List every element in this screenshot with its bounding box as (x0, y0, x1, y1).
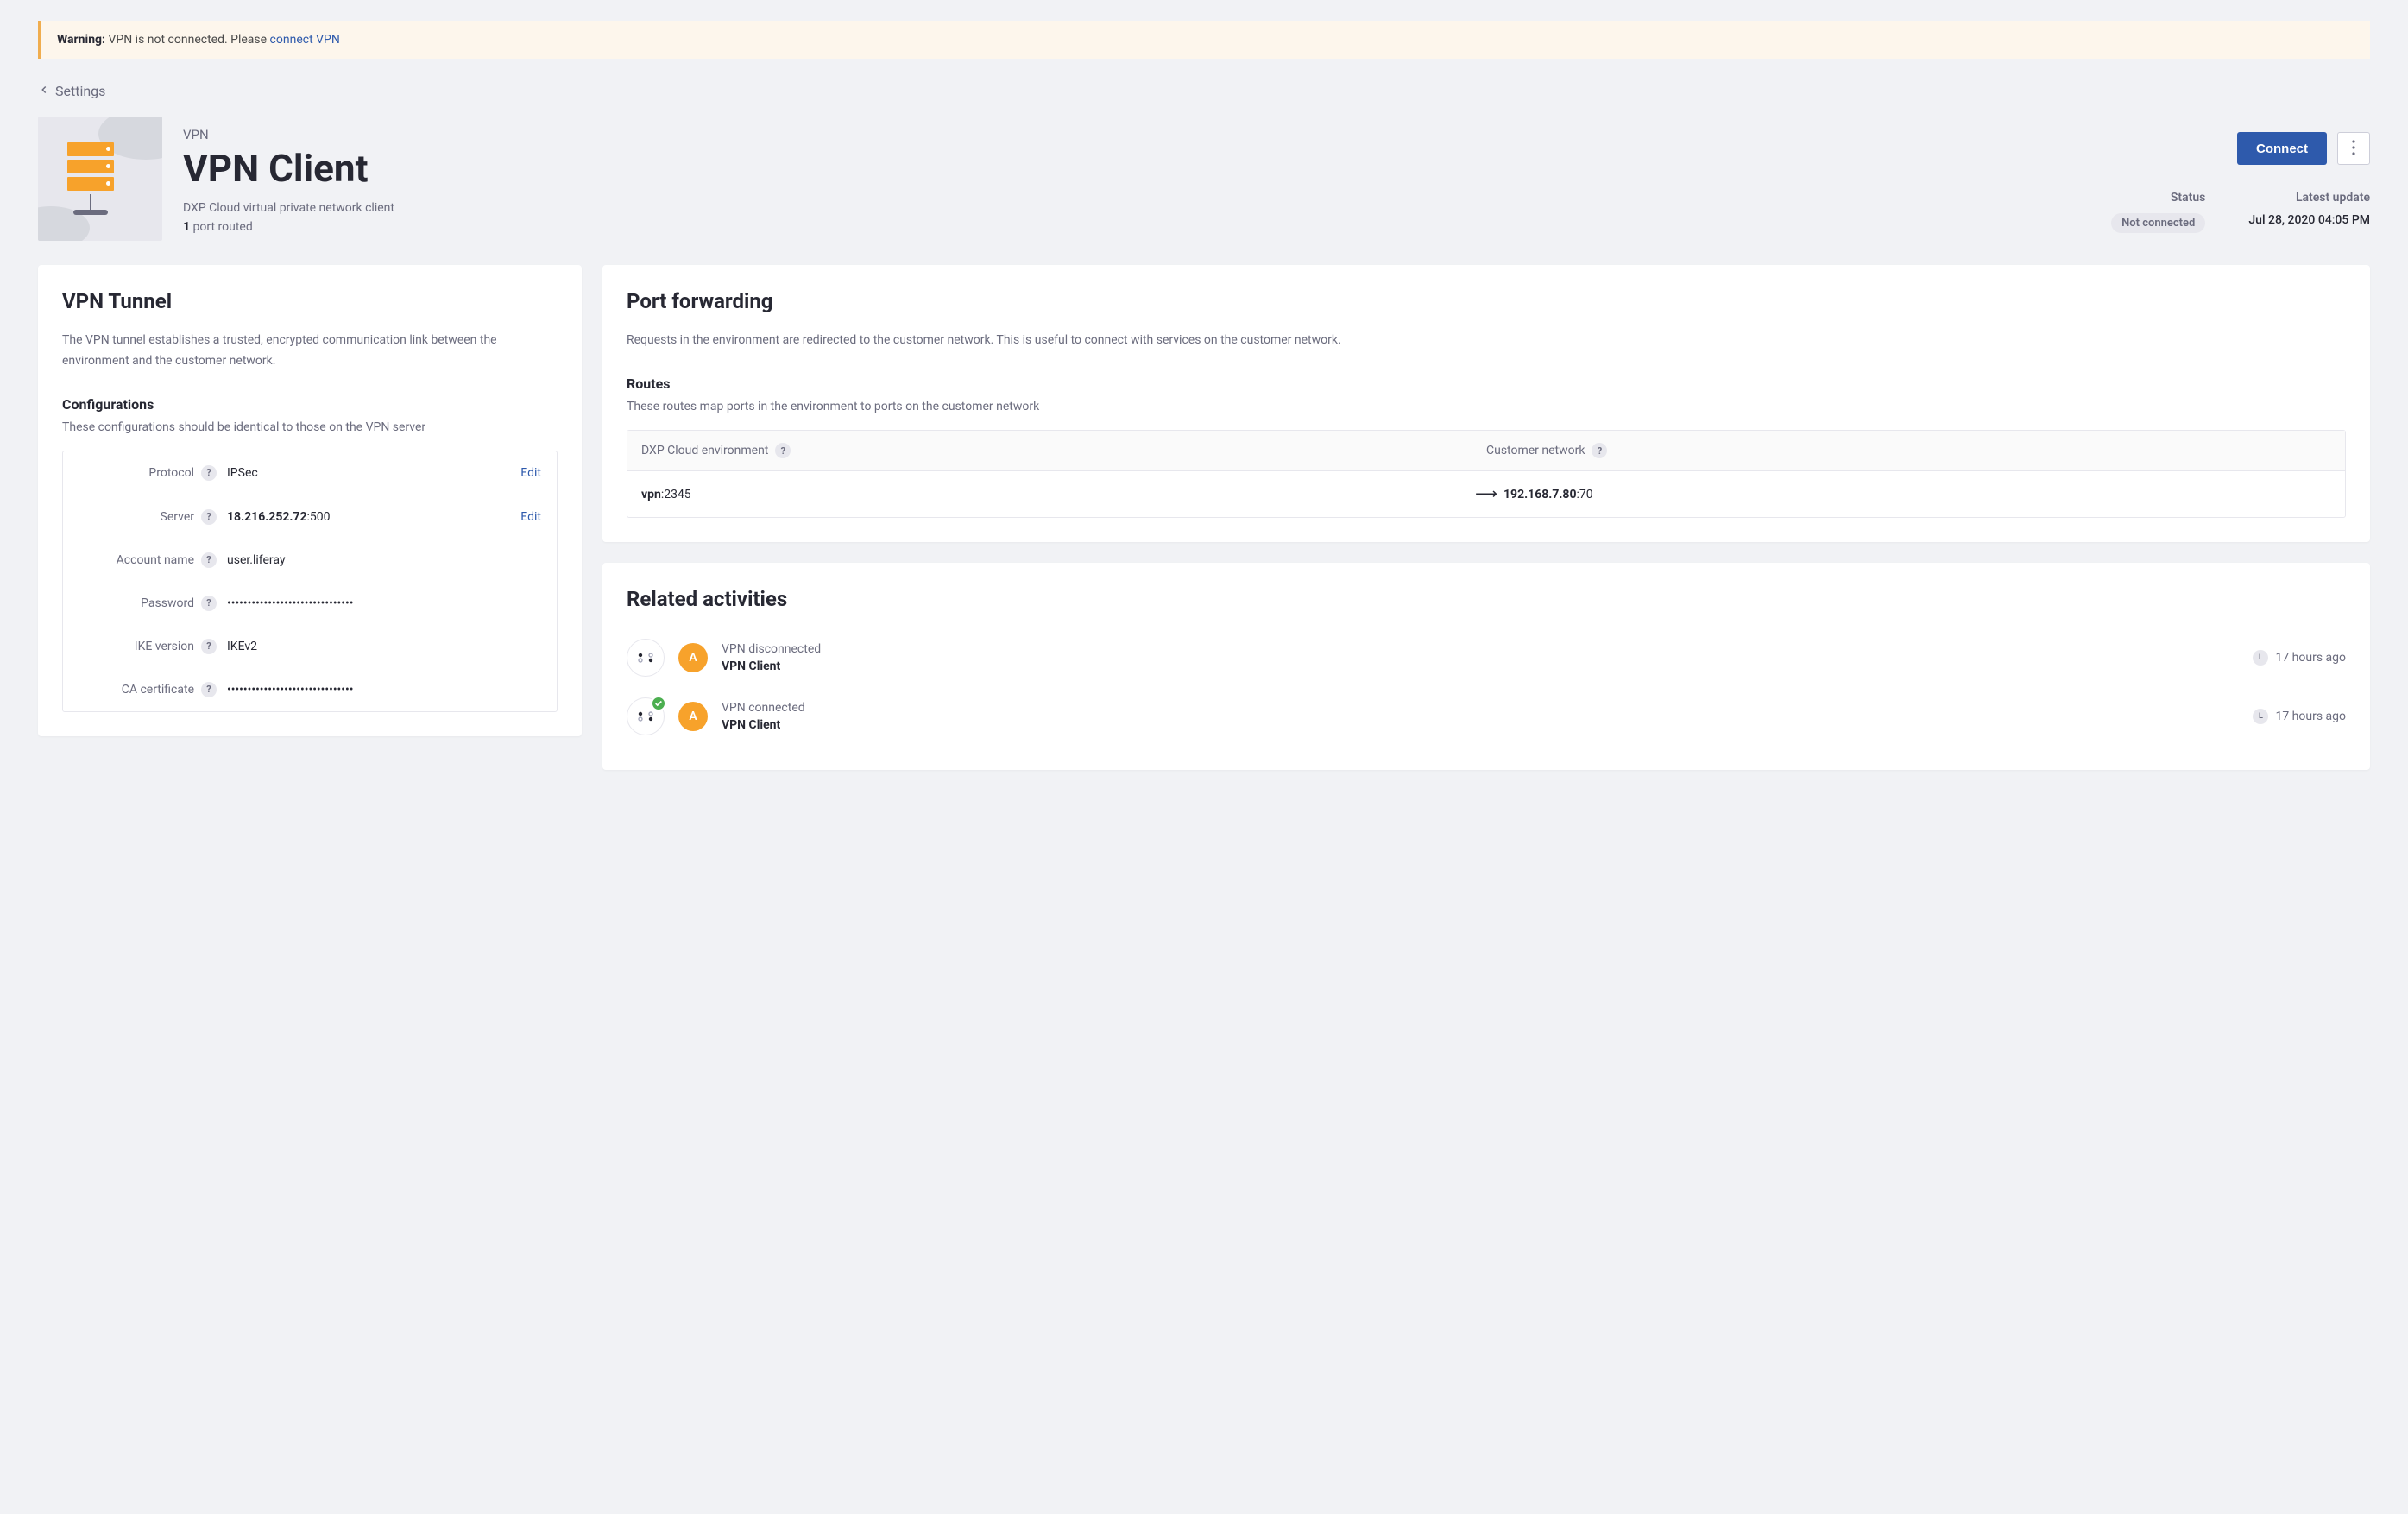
arrow-right-icon: ⟶ (1469, 485, 1503, 503)
port-forwarding-description: Requests in the environment are redirect… (627, 331, 2346, 351)
activity-time: 17 hours ago (2275, 710, 2346, 723)
breadcrumb-label: Settings (55, 83, 105, 99)
activity-subtitle: VPN Client (722, 659, 2239, 673)
edit-protocol-link[interactable]: Edit (520, 466, 541, 480)
ca-value: ••••••••••••••••••••••••••••••• (227, 683, 541, 697)
port-count: 1 (183, 220, 190, 234)
route-cust: 192.168.7.80:70 (1503, 488, 2331, 502)
route-row: vpn:2345 ⟶ 192.168.7.80:70 (627, 471, 2345, 517)
port-text: port routed (190, 220, 253, 234)
warning-alert: Warning: VPN is not connected. Please co… (38, 21, 2370, 59)
status-label: Status (2111, 191, 2205, 205)
help-icon[interactable]: ? (1592, 443, 1607, 458)
chevron-left-icon (38, 83, 50, 99)
page-eyebrow: VPN (183, 127, 2073, 142)
avatar: A (678, 643, 708, 672)
latest-update-value: Jul 28, 2020 04:05 PM (2248, 213, 2370, 227)
col-cust-label: Customer network (1486, 444, 1585, 457)
activity-title: VPN connected (722, 701, 2239, 715)
ike-label: IKE version (135, 640, 194, 653)
help-icon[interactable]: ? (775, 443, 791, 458)
breadcrumb[interactable]: Settings (38, 83, 2370, 99)
account-label: Account name (117, 553, 194, 567)
clock-icon: L (2253, 650, 2268, 666)
help-icon[interactable]: ? (201, 596, 217, 611)
help-icon[interactable]: ? (201, 682, 217, 697)
config-row-password: Password ? •••••••••••••••••••••••••••••… (63, 582, 557, 625)
ca-label: CA certificate (122, 683, 194, 697)
alert-text: VPN is not connected. Please (105, 33, 270, 47)
page-subtitle: DXP Cloud virtual private network client (183, 201, 2073, 215)
account-value: user.liferay (227, 553, 541, 567)
activity-time: 17 hours ago (2275, 651, 2346, 665)
related-activities-card: Related activities A VPN disconnected VP… (602, 563, 2370, 770)
latest-update-label: Latest update (2248, 191, 2370, 205)
server-value: 18.216.252.72:500 (227, 510, 510, 524)
more-actions-button[interactable] (2337, 132, 2370, 165)
activity-item: A VPN connected VPN Client L 17 hours ag… (627, 687, 2346, 746)
config-row-ike: IKE version ? IKEv2 (63, 625, 557, 668)
password-value: ••••••••••••••••••••••••••••••• (227, 596, 541, 610)
routes-heading: Routes (627, 375, 2346, 392)
config-row-ca: CA certificate ? •••••••••••••••••••••••… (63, 668, 557, 711)
activity-title: VPN disconnected (722, 642, 2239, 656)
connect-vpn-link[interactable]: connect VPN (270, 33, 340, 47)
help-icon[interactable]: ? (201, 465, 217, 481)
port-forwarding-heading: Port forwarding (627, 289, 2346, 313)
password-label: Password (141, 596, 194, 610)
check-badge-icon (651, 696, 666, 711)
help-icon[interactable]: ? (201, 509, 217, 525)
configurations-description: These configurations should be identical… (62, 418, 558, 437)
vpn-tunnel-heading: VPN Tunnel (62, 289, 558, 313)
clock-icon: L (2253, 709, 2268, 724)
configurations-heading: Configurations (62, 396, 558, 413)
ike-value: IKEv2 (227, 640, 541, 653)
page-header: VPN VPN Client DXP Cloud virtual private… (38, 117, 2370, 241)
activity-item: A VPN disconnected VPN Client L 17 hours… (627, 628, 2346, 687)
protocol-label: Protocol (148, 466, 194, 480)
page-title: VPN Client (183, 146, 2073, 191)
vpn-tunnel-card: VPN Tunnel The VPN tunnel establishes a … (38, 265, 582, 736)
port-forwarding-card: Port forwarding Requests in the environm… (602, 265, 2370, 542)
route-env: vpn:2345 (641, 488, 1469, 502)
vpn-illustration (38, 117, 162, 241)
config-row-server: Server ? 18.216.252.72:500 Edit (63, 495, 557, 539)
port-routed-line: 1 port routed (183, 220, 2073, 234)
protocol-value: IPSec (227, 466, 510, 480)
vpn-node-icon (627, 639, 665, 677)
activity-subtitle: VPN Client (722, 718, 2239, 732)
help-icon[interactable]: ? (201, 639, 217, 654)
status-badge: Not connected (2111, 213, 2205, 233)
edit-server-link[interactable]: Edit (520, 510, 541, 524)
server-label: Server (161, 510, 194, 524)
config-row-protocol: Protocol ? IPSec Edit (63, 451, 557, 495)
vertical-dots-icon (2352, 140, 2355, 158)
connect-button[interactable]: Connect (2237, 132, 2327, 165)
routes-description: These routes map ports in the environmen… (627, 397, 2346, 416)
config-table: Protocol ? IPSec Edit Server ? (62, 451, 558, 712)
config-row-account: Account name ? user.liferay (63, 539, 557, 582)
col-env-label: DXP Cloud environment (641, 444, 768, 457)
vpn-tunnel-description: The VPN tunnel establishes a trusted, en… (62, 331, 558, 372)
help-icon[interactable]: ? (201, 552, 217, 568)
alert-prefix: Warning: (57, 33, 105, 47)
routes-table: DXP Cloud environment ? Customer network… (627, 430, 2346, 518)
related-activities-heading: Related activities (627, 587, 2346, 611)
avatar: A (678, 702, 708, 731)
